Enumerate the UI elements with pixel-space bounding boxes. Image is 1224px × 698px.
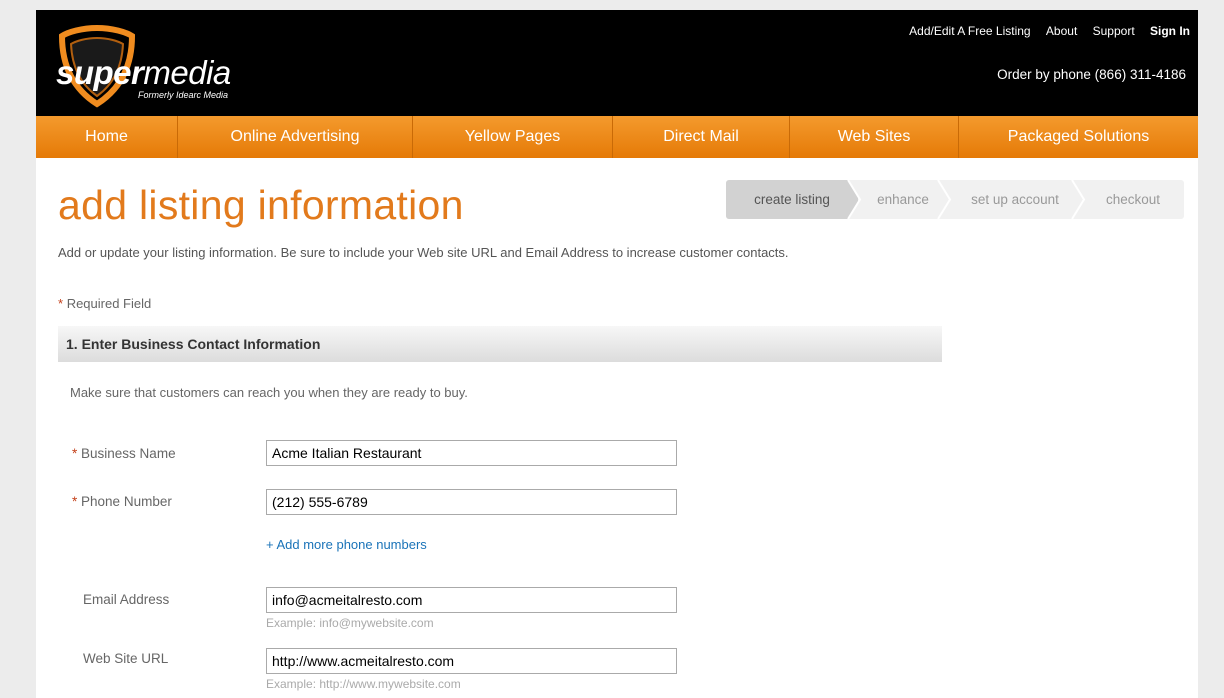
main-nav: Home Online Advertising Yellow Pages Dir… xyxy=(36,116,1198,158)
required-field-note: * Required Field xyxy=(58,296,152,311)
page-title: add listing information xyxy=(58,182,464,228)
step-chevrons xyxy=(847,180,1086,219)
website-hint: Example: http://www.mywebsite.com xyxy=(266,677,461,691)
section-header: 1. Enter Business Contact Information xyxy=(58,326,942,362)
nav-packaged-solutions[interactable]: Packaged Solutions xyxy=(959,116,1198,158)
nav-online-advertising[interactable]: Online Advertising xyxy=(178,116,413,158)
business-name-label: * Business Name xyxy=(72,446,176,461)
top-links: Add/Edit A Free Listing About Support Si… xyxy=(897,24,1190,38)
logo-tagline: Formerly Idearc Media xyxy=(138,90,229,100)
nav-yellow-pages[interactable]: Yellow Pages xyxy=(413,116,613,158)
phone-number-label: * Phone Number xyxy=(72,494,172,509)
website-url-label: Web Site URL xyxy=(83,651,169,666)
section-description: Make sure that customers can reach you w… xyxy=(70,385,468,400)
nav-web-sites[interactable]: Web Sites xyxy=(790,116,959,158)
intro-text: Add or update your listing information. … xyxy=(58,245,789,260)
add-phone-numbers-link[interactable]: + Add more phone numbers xyxy=(266,537,427,552)
section-title: 1. Enter Business Contact Information xyxy=(66,336,321,352)
website-url-input[interactable] xyxy=(266,648,677,674)
nav-home[interactable]: Home xyxy=(36,116,178,158)
nav-direct-mail[interactable]: Direct Mail xyxy=(613,116,790,158)
supermedia-logo[interactable]: supermedia Formerly Idearc Media xyxy=(52,24,292,108)
support-link[interactable]: Support xyxy=(1093,24,1135,38)
sign-in-link[interactable]: Sign In xyxy=(1150,24,1190,38)
add-edit-listing-link[interactable]: Add/Edit A Free Listing xyxy=(909,24,1030,38)
email-address-input[interactable] xyxy=(266,587,677,613)
email-address-label: Email Address xyxy=(83,592,170,607)
business-name-input[interactable] xyxy=(266,440,677,466)
page: supermedia Formerly Idearc Media Add/Edi… xyxy=(36,10,1198,698)
phone-number-input[interactable] xyxy=(266,489,677,515)
email-hint: Example: info@mywebsite.com xyxy=(266,616,434,630)
about-link[interactable]: About xyxy=(1046,24,1077,38)
logo-wordmark: supermedia xyxy=(56,54,231,91)
progress-steps: create listing enhance set up account ch… xyxy=(726,180,1184,219)
order-phone: Order by phone (866) 311-4186 xyxy=(997,67,1186,82)
site-header: supermedia Formerly Idearc Media Add/Edi… xyxy=(36,10,1198,116)
